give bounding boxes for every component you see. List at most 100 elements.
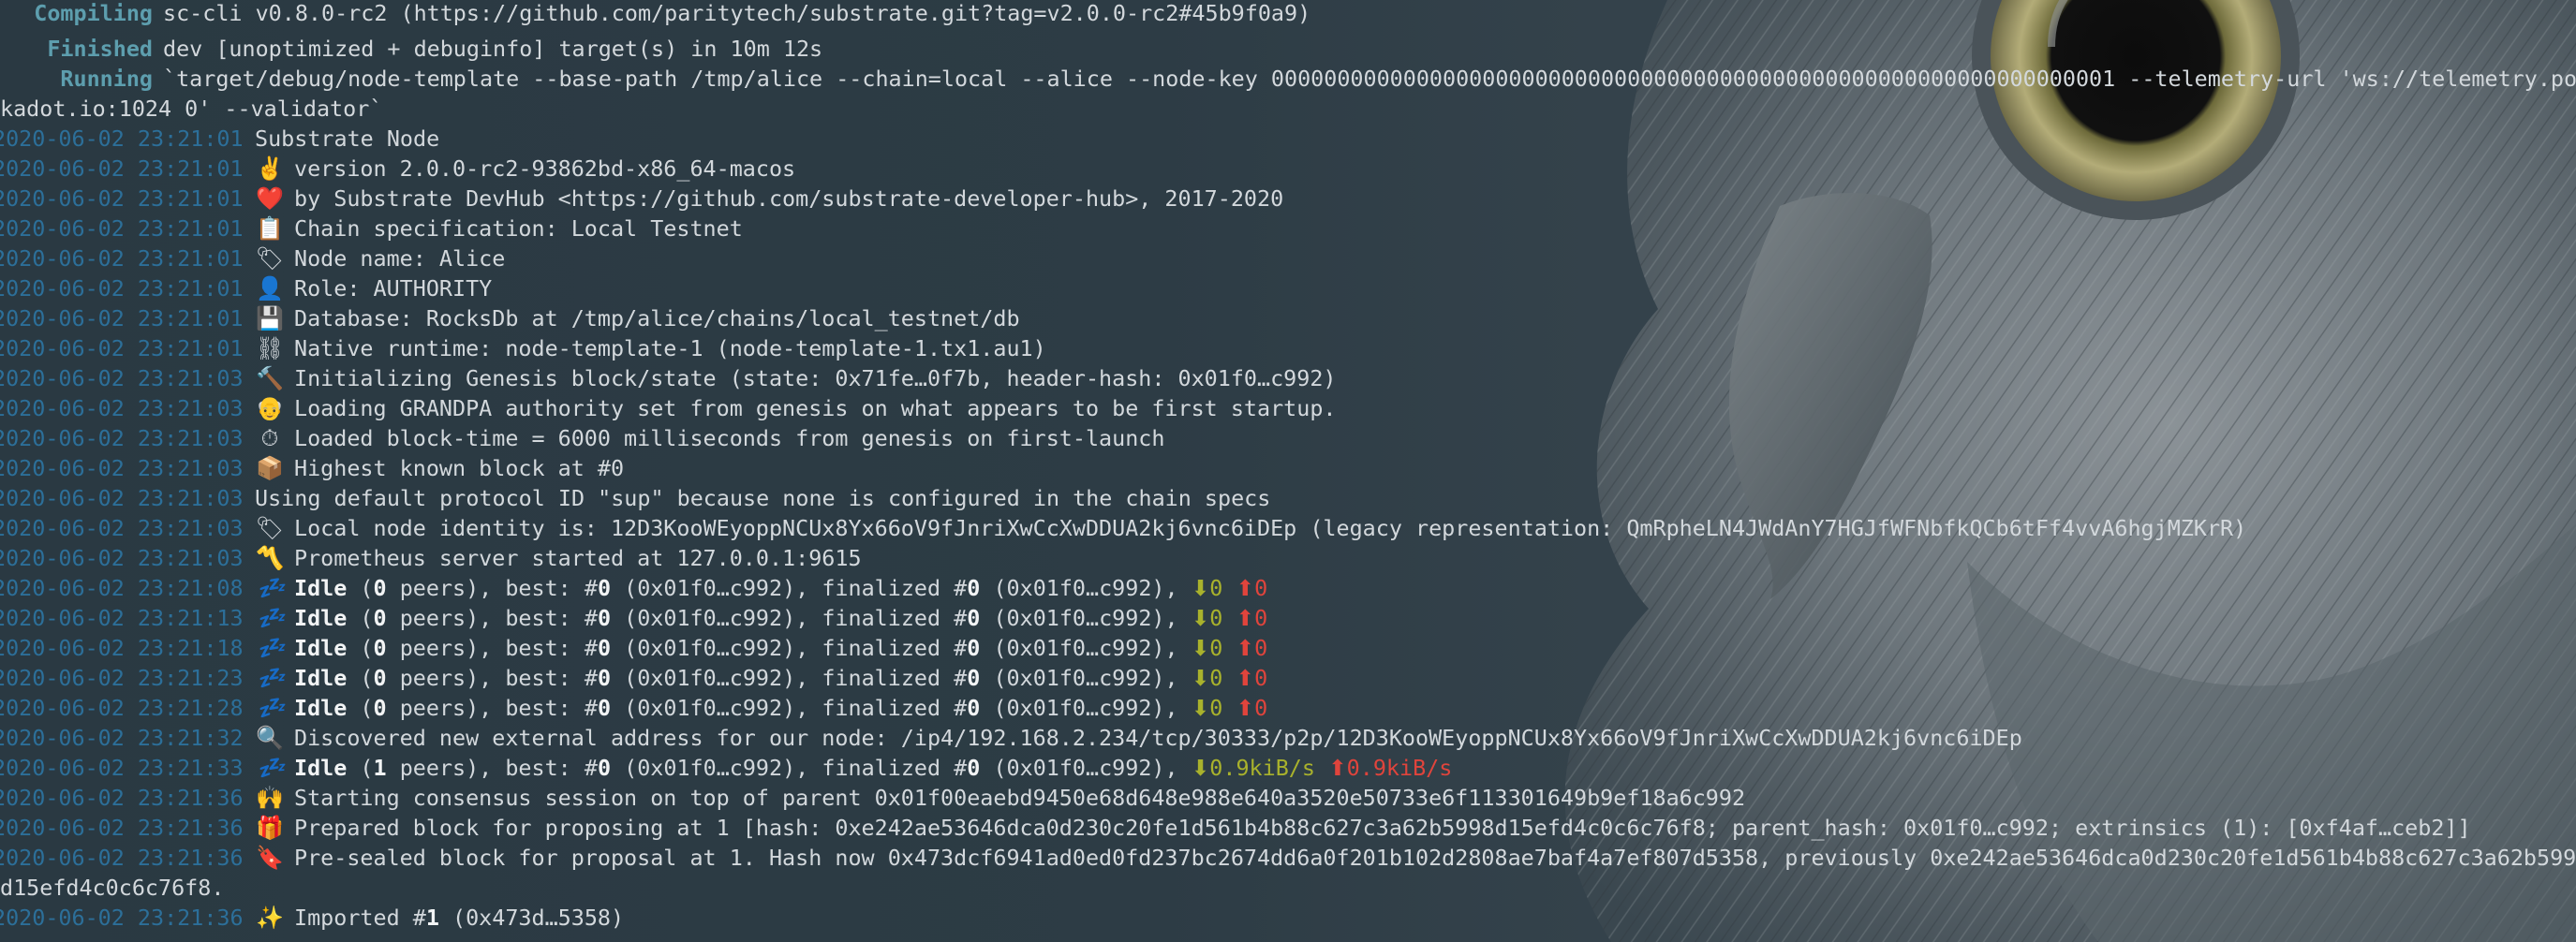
log-message: Substrate Node <box>255 125 440 152</box>
cargo-status-label: Running <box>60 66 153 92</box>
peer-count: 0 <box>373 605 387 631</box>
upload-arrow-icon: ⬆ <box>1236 575 1255 601</box>
log-message: Imported # <box>294 905 426 931</box>
cargo-running-line-wrap: kadot.io:1024 0' --validator` <box>0 94 382 124</box>
upload-rate: 0 <box>1254 695 1268 721</box>
log-timestamp: 2020-06-02 23:21:18 <box>0 635 244 661</box>
log-timestamp: 2020-06-02 23:21:03 <box>0 425 244 451</box>
best-block: 0 <box>597 665 612 691</box>
log-timestamp: 2020-06-02 23:21:01 <box>0 185 244 212</box>
log-message: `target/debug/node-template --base-path … <box>163 66 2576 92</box>
log-message: Native runtime: node-template-1 (node-te… <box>294 335 1046 361</box>
log-timestamp: 2020-06-02 23:21:03 <box>0 395 244 421</box>
download-rate: 0 <box>1209 665 1223 691</box>
log-line: 2020-06-02 23:21:36 🔖 Pre-sealed block for… <box>0 843 2576 873</box>
log-timestamp: 2020-06-02 23:21:32 <box>0 725 244 751</box>
sleeping-zzz-icon: 💤 <box>257 575 285 601</box>
idle-status-line: 2020-06-02 23:21:23 💤 Idle (0 peers), best… <box>0 663 1267 693</box>
log-timestamp: 2020-06-02 23:21:36 <box>0 905 244 931</box>
log-line: 2020-06-02 23:21:03 🔨 Initializing Genesis… <box>0 363 1337 393</box>
upload-arrow-icon: ⬆ <box>1236 635 1255 661</box>
log-line: 2020-06-02 23:21:36 🙌 Starting consensus s… <box>0 783 1745 813</box>
label-tag-icon: 🏷 <box>255 245 285 272</box>
sleeping-zzz-icon: 💤 <box>257 695 285 721</box>
log-timestamp: 2020-06-02 23:21:03 <box>0 455 244 481</box>
floppy-disk-icon: 💾 <box>256 305 284 331</box>
best-block: 0 <box>597 575 612 601</box>
sparkles-icon: ✨ <box>256 905 284 931</box>
idle-status-line: 2020-06-02 23:21:28 💤 Idle (0 peers), best… <box>0 693 1267 723</box>
log-line: 2020-06-02 23:21:03 📦 Highest known block … <box>0 453 624 483</box>
best-block: 0 <box>597 635 612 661</box>
log-line: 2020-06-02 23:21:36 🎁 Prepared block for p… <box>0 813 2471 843</box>
log-message: Loaded block-time = 6000 milliseconds fr… <box>294 425 1165 451</box>
log-timestamp: 2020-06-02 23:21:28 <box>0 695 244 721</box>
log-message: Database: RocksDb at /tmp/alice/chains/l… <box>294 305 1020 331</box>
log-timestamp: 2020-06-02 23:21:01 <box>0 335 244 361</box>
download-rate: 0 <box>1209 695 1223 721</box>
idle-status-line: 2020-06-02 23:21:33 💤 Idle (1 peers), best… <box>0 753 1452 783</box>
finalized-block: 0 <box>967 575 981 601</box>
finalized-block: 0 <box>967 635 981 661</box>
log-message: Role: AUTHORITY <box>294 275 493 302</box>
heart-icon: ❤️ <box>256 185 284 212</box>
old-man-icon: 👴 <box>256 395 284 421</box>
node-status: Idle <box>294 575 348 601</box>
log-line: 2020-06-02 23:21:03 🏷 Local node identity … <box>0 513 2246 543</box>
cargo-finished-line: Finished dev [unoptimized + debuginfo] ta… <box>0 34 822 64</box>
download-arrow-icon: ⬇ <box>1191 755 1210 781</box>
log-message: Prepared block for proposing at 1 [hash:… <box>294 815 2471 841</box>
part-alternation-mark-icon: 〽️ <box>256 545 284 571</box>
node-status: Idle <box>294 755 348 781</box>
terminal-window[interactable]: Compiling sc-cli v0.8.0-rc2 (https://gith… <box>0 0 2576 942</box>
upload-arrow-icon: ⬆ <box>1236 665 1255 691</box>
log-line: 2020-06-02 23:21:32 🔍 Discovered new exter… <box>0 723 2022 753</box>
log-message: sc-cli v0.8.0-rc2 (https://github.com/pa… <box>163 0 1311 26</box>
best-block: 0 <box>597 695 612 721</box>
hammer-icon: 🔨 <box>256 365 284 391</box>
log-line: 2020-06-02 23:21:01 💾 Database: RocksDb at… <box>0 303 1020 333</box>
log-message: Prometheus server started at 127.0.0.1:9… <box>294 545 862 571</box>
log-line: 2020-06-02 23:21:03 👴 Loading GRANDPA auth… <box>0 393 1337 423</box>
download-rate: 0 <box>1209 605 1223 631</box>
log-timestamp: 2020-06-02 23:21:08 <box>0 575 244 601</box>
upload-rate: 0 <box>1254 605 1268 631</box>
log-timestamp: 2020-06-02 23:21:36 <box>0 815 244 841</box>
log-timestamp: 2020-06-02 23:21:01 <box>0 125 244 152</box>
log-message: kadot.io:1024 0' --validator` <box>0 96 383 122</box>
log-message: Highest known block at #0 <box>294 455 625 481</box>
log-timestamp: 2020-06-02 23:21:01 <box>0 245 244 272</box>
log-message: dev [unoptimized + debuginfo] target(s) … <box>163 36 823 62</box>
node-status: Idle <box>294 635 348 661</box>
upload-rate: 0 <box>1254 665 1268 691</box>
label-tag-icon: 🏷 <box>255 515 285 541</box>
peer-count: 0 <box>373 575 387 601</box>
log-line-wrap: d15efd4c0c6c76f8. <box>0 873 224 903</box>
sleeping-zzz-icon: 💤 <box>257 635 285 661</box>
log-line: 2020-06-02 23:21:01 Substrate Node <box>0 124 439 154</box>
download-arrow-icon: ⬇ <box>1191 635 1210 661</box>
node-status: Idle <box>294 695 348 721</box>
magnifier-icon: 🔍 <box>256 725 284 751</box>
download-rate: 0 <box>1209 575 1223 601</box>
peer-count: 0 <box>373 665 387 691</box>
sleeping-zzz-icon: 💤 <box>257 665 285 691</box>
upload-rate: 0.9kiB/s <box>1346 755 1453 781</box>
raised-hands-icon: 🙌 <box>256 785 284 811</box>
cargo-status-label: Finished <box>47 36 153 62</box>
log-line: 2020-06-02 23:21:01 📋 Chain specification:… <box>0 213 743 243</box>
clipboard-icon: 📋 <box>256 215 284 242</box>
log-message: Initializing Genesis block/state (state:… <box>294 365 1337 391</box>
best-block: 0 <box>597 755 612 781</box>
log-message: Node name: Alice <box>294 245 506 272</box>
log-timestamp: 2020-06-02 23:21:01 <box>0 275 244 302</box>
stopwatch-icon: ⏱ <box>260 425 279 451</box>
upload-rate: 0 <box>1254 635 1268 661</box>
log-timestamp: 2020-06-02 23:21:01 <box>0 305 244 331</box>
chains-icon: ⛓ <box>255 335 285 361</box>
log-message: Local node identity is: 12D3KooWEyoppNCU… <box>294 515 2247 541</box>
best-block: 0 <box>597 605 612 631</box>
log-timestamp: 2020-06-02 23:21:03 <box>0 515 244 541</box>
download-arrow-icon: ⬇ <box>1191 605 1210 631</box>
log-timestamp: 2020-06-02 23:21:23 <box>0 665 244 691</box>
